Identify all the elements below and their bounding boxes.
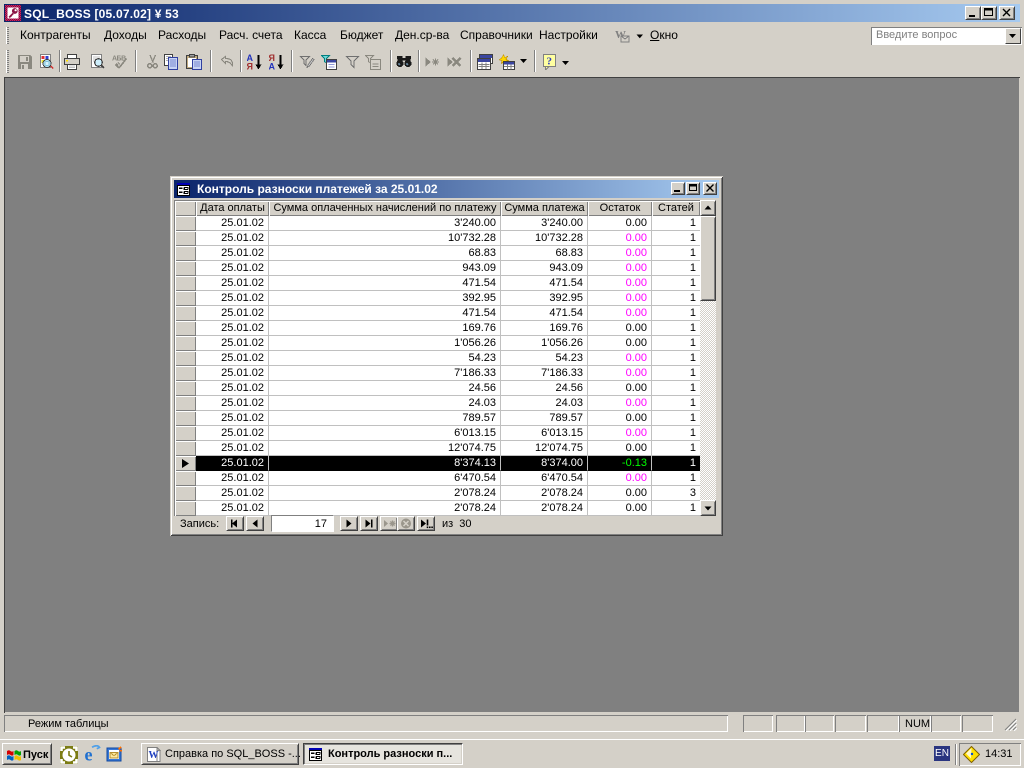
svg-text:А: А <box>269 62 276 71</box>
svg-text:?: ? <box>547 56 553 68</box>
svg-text:Я: Я <box>247 62 253 71</box>
svg-text:W: W <box>149 750 159 761</box>
svg-text:e: e <box>85 745 93 763</box>
